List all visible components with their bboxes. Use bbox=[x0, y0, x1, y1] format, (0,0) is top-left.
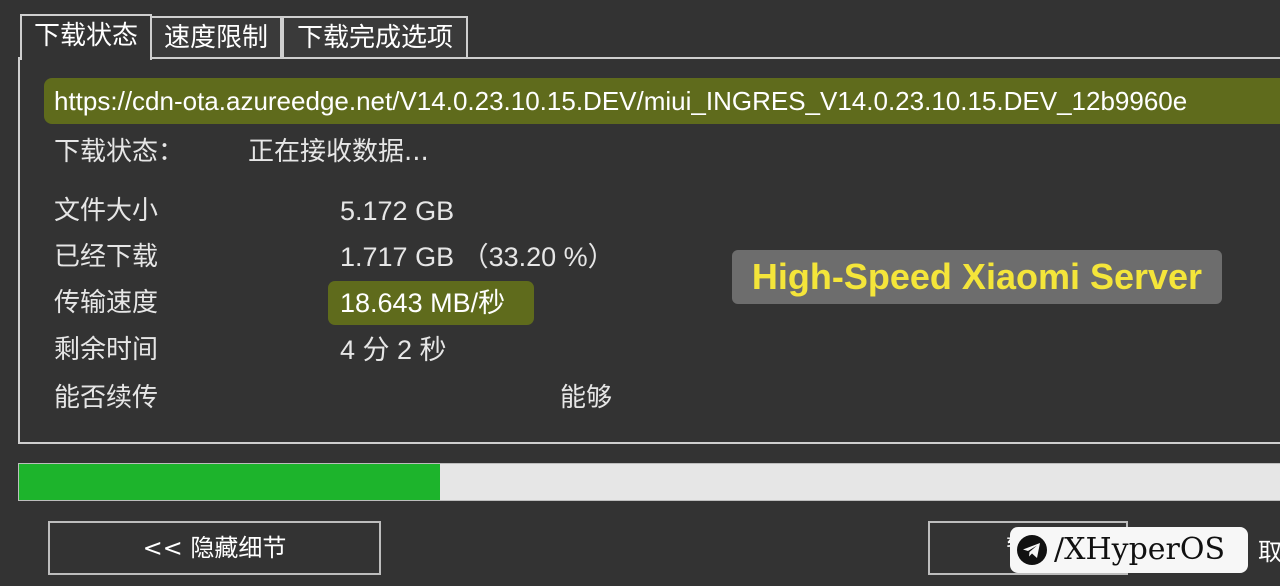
tab-download-status[interactable]: 下载状态 bbox=[20, 14, 152, 60]
downloaded-label: 已经下载 bbox=[54, 242, 159, 272]
telegram-icon bbox=[1017, 535, 1047, 565]
tab-label: 下载完成选项 bbox=[296, 23, 453, 53]
status-label: 下载状态： bbox=[54, 137, 185, 167]
file-size-value: 5.172 GB bbox=[340, 196, 455, 226]
watermark-text: /XHyperOS bbox=[1054, 532, 1226, 567]
tab-speed-limit[interactable]: 速度限制 bbox=[150, 16, 282, 58]
server-banner-text: High-Speed Xiaomi Server bbox=[751, 256, 1203, 297]
tab-label: 下载状态 bbox=[33, 21, 138, 51]
download-url: https://cdn-ota.azureedge.net/V14.0.23.1… bbox=[54, 86, 1188, 116]
tab-completion-options[interactable]: 下载完成选项 bbox=[282, 16, 468, 58]
status-value: 正在接收数据... bbox=[248, 137, 429, 167]
progress-fill bbox=[19, 464, 440, 500]
cancel-button[interactable]: 取 bbox=[1258, 527, 1280, 577]
server-banner: High-Speed Xiaomi Server bbox=[732, 250, 1222, 304]
download-progress-bar bbox=[18, 463, 1280, 501]
download-dialog: 下载状态 速度限制 下载完成选项 https://cdn-ota.azureed… bbox=[0, 0, 1280, 586]
url-highlight: https://cdn-ota.azureedge.net/V14.0.23.1… bbox=[44, 78, 1280, 124]
speed-value: 18.643 MB/秒 bbox=[340, 288, 506, 318]
hide-details-button[interactable]: << 隐藏细节 bbox=[48, 521, 381, 575]
watermark: /XHyperOS bbox=[1010, 527, 1248, 573]
remaining-value: 4 分 2 秒 bbox=[340, 335, 447, 365]
tab-label: 速度限制 bbox=[163, 23, 268, 53]
remaining-label: 剩余时间 bbox=[54, 335, 159, 365]
speed-label: 传输速度 bbox=[54, 288, 159, 318]
resumable-value: 能够 bbox=[560, 383, 613, 413]
hide-details-label: << 隐藏细节 bbox=[142, 534, 287, 562]
speed-highlight: 18.643 MB/秒 bbox=[328, 281, 534, 325]
file-size-label: 文件大小 bbox=[54, 196, 159, 226]
downloaded-value: 1.717 GB （33.20 %） bbox=[340, 242, 615, 272]
resumable-label: 能否续传 bbox=[54, 383, 159, 413]
